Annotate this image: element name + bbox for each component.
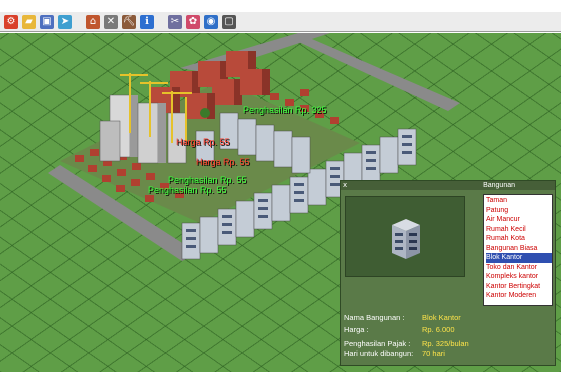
list-item[interactable]: Kantor Moderen (486, 291, 552, 301)
building-preview-image (392, 219, 420, 259)
pickaxe-icon[interactable]: ⛏ (122, 14, 136, 29)
settings-icon[interactable]: ⚙ (4, 14, 18, 29)
list-item[interactable]: Kantor Bertingkat (486, 282, 552, 292)
window-top-strip (0, 0, 561, 12)
window-icon[interactable]: ▢ (222, 14, 236, 29)
build-days-value: 70 hari (422, 349, 445, 358)
close-icon[interactable]: x (343, 181, 347, 190)
city-map[interactable]: Penghasilan Rp. 325 Harga Rp. 55 Harga R… (0, 33, 561, 372)
tax-label: Penghasilan Pajak : (344, 339, 411, 348)
arrow-icon[interactable]: ➤ (58, 14, 72, 29)
floating-income-label: Penghasilan Rp. 325 (243, 105, 327, 115)
house-icon[interactable]: ⌂ (86, 14, 100, 29)
globe-icon[interactable]: ◉ (204, 14, 218, 29)
list-item[interactable]: Kompleks kantor (486, 272, 552, 282)
list-item[interactable]: Taman (486, 196, 552, 206)
name-value: Blok Kantor (422, 313, 461, 322)
folder-icon[interactable]: ▰ (22, 14, 36, 29)
list-item[interactable]: Rumah Kota (486, 234, 552, 244)
toolbar: ⚙ ▰ ▣ ➤ ⌂ ✕ ⛏ ℹ ✂ ✿ ◉ ▢ (0, 12, 561, 32)
list-item[interactable]: Toko dan Kantor (486, 263, 552, 273)
build-days-label: Hari untuk dibangun: (344, 349, 414, 358)
tools-icon[interactable]: ✂ (168, 14, 182, 29)
building-preview (345, 196, 465, 277)
list-item-selected[interactable]: Blok Kantor (486, 253, 552, 263)
toolbar-separator (76, 15, 82, 29)
toolbar-separator (158, 15, 164, 29)
panel-title: Bangunan (341, 181, 555, 190)
price-value: Rp. 6.000 (422, 325, 455, 334)
list-item[interactable]: Rumah Kecil (486, 225, 552, 235)
price-label: Harga : (344, 325, 369, 334)
building-list[interactable]: Taman Patung Air Mancur Rumah Kecil Ruma… (483, 194, 553, 306)
tree (200, 108, 210, 118)
demolish-icon[interactable]: ✕ (104, 14, 118, 29)
save-icon[interactable]: ▣ (40, 14, 54, 29)
list-item[interactable]: Patung (486, 206, 552, 216)
flower-icon[interactable]: ✿ (186, 14, 200, 29)
floating-price-label: Harga Rp. 55 (196, 157, 250, 167)
list-item[interactable]: Air Mancur (486, 215, 552, 225)
list-item[interactable]: Bangunan Biasa (486, 244, 552, 254)
floating-income-label: Penghasilan Rp. 55 (168, 175, 247, 185)
info-icon[interactable]: ℹ (140, 14, 154, 29)
tax-value: Rp. 325/bulan (422, 339, 469, 348)
building-panel: Bangunan x Taman Patung Air Mancur Rumah… (340, 180, 556, 366)
road-northeast (290, 33, 460, 111)
name-label: Nama Bangunan : (344, 313, 405, 322)
floating-price-label: Harga Rp. 55 (176, 137, 230, 147)
floating-income-label: Penghasilan Rp. 55 (148, 185, 227, 195)
